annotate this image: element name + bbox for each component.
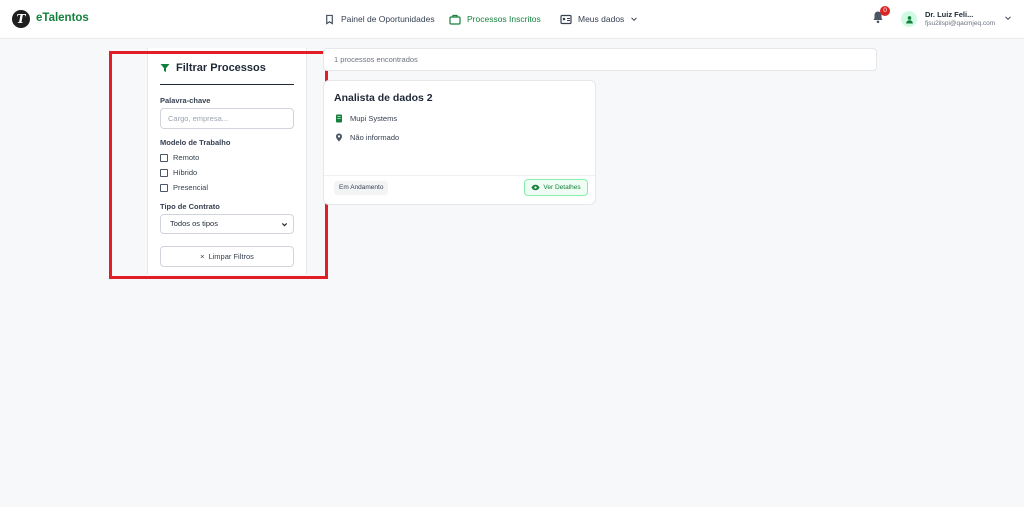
divider: [324, 175, 595, 176]
filter-title: Filtrar Processos: [160, 62, 266, 74]
checkbox-label: Presencial: [173, 183, 209, 192]
contract-selected-value: Todos os tipos: [170, 219, 218, 228]
filter-title-text: Filtrar Processos: [176, 62, 266, 74]
checkbox[interactable]: [160, 153, 168, 162]
card-company: Mupi Systems: [335, 114, 397, 123]
briefcase-icon: [449, 14, 461, 25]
checkbox[interactable]: [160, 168, 168, 177]
checkbox-remoto[interactable]: Remoto: [160, 153, 199, 162]
nav-label: Meus dados: [578, 14, 625, 24]
nav-label: Processos Inscritos: [467, 14, 541, 24]
process-card: Analista de dados 2 Mupi Systems Não inf…: [323, 80, 596, 205]
company-name: Mupi Systems: [350, 114, 398, 123]
view-details-label: Ver Detalhes: [543, 184, 581, 191]
brand-name[interactable]: eTalentos: [36, 12, 89, 24]
chevron-down-icon: [631, 17, 638, 22]
avatar[interactable]: [901, 11, 917, 27]
card-location: Não informado: [335, 133, 399, 142]
nav-meus-dados[interactable]: Meus dados: [560, 11, 638, 27]
checkbox-presencial[interactable]: Presencial: [160, 183, 208, 192]
contract-label: Tipo de Contrato: [160, 202, 220, 211]
keyword-label: Palavra-chave: [160, 96, 211, 105]
view-details-button[interactable]: Ver Detalhes: [524, 179, 588, 196]
bookmark-icon: [326, 14, 333, 25]
logo-icon[interactable]: T: [12, 10, 30, 28]
user-name[interactable]: Dr. Luiz Feli...: [925, 10, 973, 19]
checkbox-label: Remoto: [173, 153, 200, 162]
checkbox-hibrido[interactable]: Híbrido: [160, 168, 197, 177]
id-card-icon: [560, 14, 572, 24]
contract-select[interactable]: Todos os tipos: [160, 214, 294, 234]
status-badge: Em Andamento: [334, 181, 389, 195]
nav-painel-oportunidades[interactable]: Painel de Oportunidades: [324, 11, 435, 27]
top-header: T eTalentos Painel de Oportunidades Proc…: [0, 0, 1024, 39]
clear-filters-button[interactable]: × Limpar Filtros: [160, 246, 294, 267]
close-icon: ×: [200, 252, 205, 261]
location-pin-icon: [336, 133, 342, 142]
location-text: Não informado: [350, 133, 400, 142]
notification-badge: 0: [880, 6, 890, 16]
funnel-icon: [160, 64, 170, 72]
keyword-input[interactable]: [160, 108, 294, 129]
results-count: 1 processos encontrados: [323, 48, 877, 71]
clear-filters-label: Limpar Filtros: [208, 252, 254, 261]
chevron-down-icon[interactable]: [1004, 14, 1012, 22]
divider: [160, 84, 294, 85]
checkbox[interactable]: [160, 183, 168, 192]
card-title: Analista de dados 2: [334, 92, 433, 104]
chevron-down-icon: [281, 223, 288, 227]
user-email: fjsu2ilspi@qacmjeq.com: [925, 20, 996, 27]
user-icon: [905, 15, 913, 24]
work-model-label: Modelo de Trabalho: [160, 138, 231, 147]
eye-icon: [531, 184, 540, 191]
nav-label: Painel de Oportunidades: [341, 14, 435, 24]
building-icon: [336, 114, 342, 123]
checkbox-label: Híbrido: [173, 168, 198, 177]
nav-processos-inscritos[interactable]: Processos Inscritos: [449, 11, 541, 27]
